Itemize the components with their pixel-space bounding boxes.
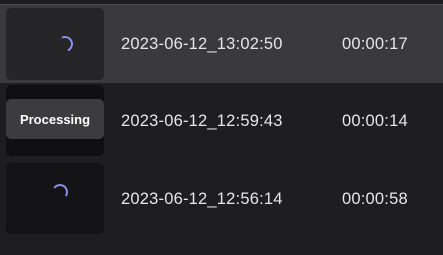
recording-row[interactable]: 2023-06-12_12:56:14 00:00:58 [0,161,443,240]
recording-thumbnail[interactable] [6,163,104,234]
processing-badge: Processing [6,99,104,139]
recording-name: 2023-06-12_12:56:14 [121,190,283,208]
recording-duration: 00:00:14 [342,112,408,130]
loading-spinner-icon [54,33,76,55]
recording-duration: 00:00:17 [342,35,408,53]
loading-spinner-icon [50,182,70,202]
recording-thumbnail[interactable] [6,8,104,80]
recording-duration: 00:00:58 [342,190,408,208]
recording-name: 2023-06-12_13:02:50 [121,35,283,53]
recording-name: 2023-06-12_12:59:43 [121,112,283,130]
recording-row[interactable]: Processing 2023-06-12_12:59:43 00:00:14 [0,83,443,162]
recordings-list: 2023-06-12_13:02:50 00:00:17 Processing … [0,0,443,255]
recording-row[interactable]: 2023-06-12_13:02:50 00:00:17 [0,4,443,83]
